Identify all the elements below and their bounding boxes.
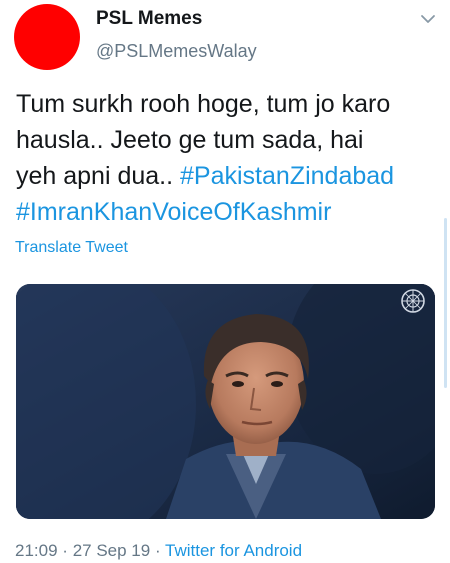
tweet-text-line: Tum surkh rooh hoge, tum jo karo <box>16 90 391 118</box>
author-display-name[interactable]: PSL Memes <box>96 8 202 30</box>
tweet-text-fragment: yeh apni dua.. <box>16 162 181 190</box>
meta-separator: · <box>154 541 161 560</box>
hashtag-link[interactable]: #ImranKhanVoiceOfKashmir <box>16 198 331 226</box>
chevron-down-icon[interactable] <box>420 13 436 25</box>
un-emblem-icon <box>401 289 425 313</box>
tweet-media-image[interactable] <box>16 284 435 519</box>
tweet-meta: 21:09 · 27 Sep 19 · Twitter for Android <box>15 540 302 562</box>
tweet-text-line: yeh apni dua.. #PakistanZindabad <box>16 158 442 194</box>
tweet-text-line: #ImranKhanVoiceOfKashmir <box>16 194 442 230</box>
translate-tweet-link[interactable]: Translate Tweet <box>15 238 128 258</box>
tweet-time: 21:09 <box>15 541 58 560</box>
tweet-date: 27 Sep 19 <box>72 541 151 560</box>
meta-separator: · <box>62 541 68 560</box>
tweet-text: Tum surkh rooh hoge, tum jo karo hausla.… <box>16 86 442 230</box>
tweet-text-line: hausla.. Jeeto ge tum sada, hai <box>16 126 364 154</box>
media-photo <box>16 284 435 519</box>
hashtag-link[interactable]: #PakistanZindabad <box>180 162 394 190</box>
scrollbar[interactable] <box>444 218 447 388</box>
author-handle[interactable]: @PSLMemesWalay <box>96 40 257 62</box>
tweet-source-link[interactable]: Twitter for Android <box>165 541 302 560</box>
avatar[interactable] <box>14 4 80 70</box>
